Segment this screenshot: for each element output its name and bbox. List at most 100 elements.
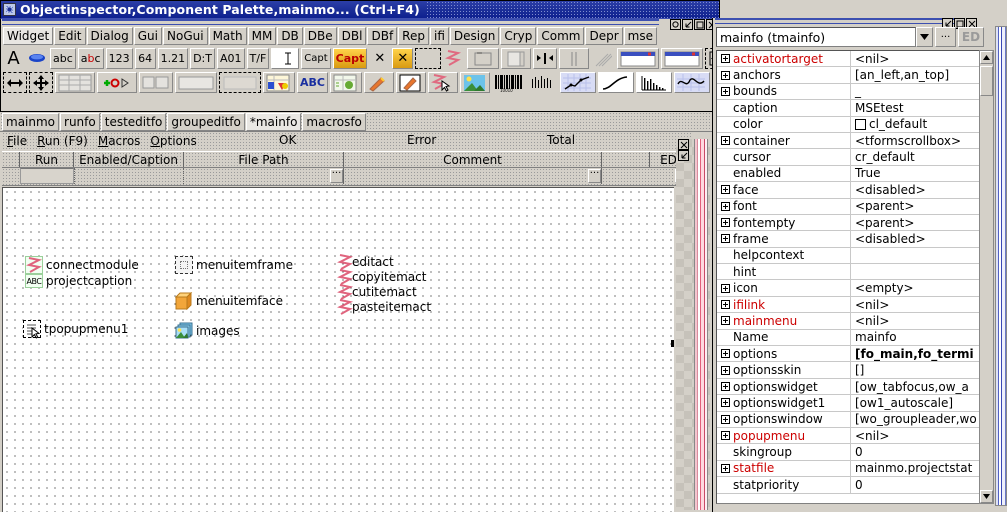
record-nav-tool[interactable] <box>139 72 173 93</box>
design-component-editact[interactable]: editact <box>337 254 394 269</box>
expand-plus-icon[interactable] <box>717 136 733 145</box>
integeredit-tool[interactable]: 123 <box>106 48 133 69</box>
expand-plus-icon[interactable] <box>717 398 733 407</box>
palette-tab-mm[interactable]: MM <box>248 27 277 45</box>
property-row[interactable]: cursorcr_default <box>717 149 979 165</box>
expand-box[interactable] <box>721 136 730 145</box>
expand-plus-icon[interactable] <box>717 202 733 211</box>
picture-tool[interactable] <box>460 72 490 93</box>
expand-box[interactable] <box>721 284 730 293</box>
resize-horizontal-tool[interactable] <box>3 72 27 93</box>
expand-plus-icon[interactable] <box>717 300 733 309</box>
property-value-cursor[interactable]: cr_default <box>851 150 979 164</box>
form-window-tool[interactable] <box>617 48 659 69</box>
richedit-tool[interactable]: abc <box>78 48 104 69</box>
property-value-optionswidget[interactable]: [ow_tabfocus,ow_a <box>851 380 979 394</box>
grid-header-blank[interactable] <box>2 152 20 167</box>
splitter-h-tool[interactable] <box>533 48 557 69</box>
palette-tab-dbe[interactable]: DBe <box>304 27 337 45</box>
property-value-color[interactable]: cl_default <box>851 117 979 131</box>
property-row[interactable]: skingroup0 <box>717 444 979 460</box>
property-row[interactable]: icon<empty> <box>717 280 979 296</box>
menu-item-macros[interactable]: Macros <box>93 133 146 148</box>
chart-bar-tool[interactable] <box>636 72 672 93</box>
grid-header-comment[interactable]: Comment <box>344 152 602 167</box>
design-component-images[interactable]: images <box>175 322 240 340</box>
property-value-anchors[interactable]: [an_left,an_top] <box>851 68 979 82</box>
expand-box[interactable] <box>721 382 730 391</box>
expand-box[interactable] <box>721 218 730 227</box>
palette-tab-math[interactable]: Math <box>209 27 247 45</box>
record-add-tool[interactable] <box>97 72 137 93</box>
maskedit-tool[interactable]: A01 <box>217 48 245 69</box>
palette-tab-dialog[interactable]: Dialog <box>87 27 133 45</box>
file-path-ellipsis-button[interactable]: ··· <box>330 169 343 183</box>
ellipse-tool[interactable] <box>26 48 48 69</box>
expand-box[interactable] <box>721 431 730 440</box>
property-row[interactable]: optionswindow[wo_groupleader,wo <box>717 412 979 428</box>
palette-tab-gui[interactable]: Gui <box>134 27 162 45</box>
expand-box[interactable] <box>721 71 730 80</box>
zigzag-pointer-tool[interactable] <box>428 72 458 93</box>
property-row[interactable]: anchors[an_left,an_top] <box>717 67 979 83</box>
property-row[interactable]: captionMSEtest <box>717 100 979 116</box>
property-value-activatortarget[interactable]: <nil> <box>851 52 979 66</box>
expand-box[interactable] <box>721 316 730 325</box>
palette-tab-cryp[interactable]: Cryp <box>500 27 536 45</box>
property-value-ifilink[interactable]: <nil> <box>851 298 979 312</box>
property-value-caption[interactable]: MSEtest <box>851 101 979 115</box>
paint-tool[interactable] <box>364 72 394 93</box>
panel-plain-tool[interactable] <box>175 72 217 93</box>
design-component-copyitemact[interactable]: copyitemact <box>337 269 426 284</box>
palette-tab-dbf[interactable]: DBf <box>367 27 397 45</box>
property-value-statpriority[interactable]: 0 <box>851 478 979 492</box>
design-component-cutitemact[interactable]: cutitemact <box>337 284 417 299</box>
palette-tab-nogui[interactable]: NoGui <box>163 27 208 45</box>
grid-cell-run[interactable] <box>20 168 74 184</box>
property-value-statfile[interactable]: mainmo.projectstat <box>851 461 979 475</box>
connectmodule-tool[interactable] <box>443 48 465 69</box>
label-a-tool[interactable]: A <box>3 48 24 69</box>
realedit-tool[interactable]: 1.21 <box>158 48 189 69</box>
grid-tree-tool[interactable] <box>330 72 362 93</box>
property-row[interactable]: statpriority0 <box>717 477 979 493</box>
grid-abc-tool[interactable]: ABC <box>297 72 328 93</box>
property-value-face[interactable]: <disabled> <box>851 183 979 197</box>
panel-dashed-tool[interactable] <box>219 72 261 93</box>
property-row[interactable]: helpcontext <box>717 248 979 264</box>
property-value-frame[interactable]: <disabled> <box>851 232 979 246</box>
cancel-x-tool[interactable]: ✕ <box>392 48 413 69</box>
design-component-tpopupmenu1[interactable]: tpopupmenu1 <box>23 320 128 338</box>
palette-grip[interactable] <box>2 19 659 25</box>
file-tab-groupeditfo[interactable]: groupeditfo <box>167 113 244 131</box>
palette-tab-mse[interactable]: mse <box>624 27 657 45</box>
menu-item-run[interactable]: Run (F9) <box>32 133 93 148</box>
expand-plus-icon[interactable] <box>717 284 733 293</box>
expand-plus-icon[interactable] <box>717 54 733 63</box>
property-row[interactable]: activatortarget<nil> <box>717 51 979 67</box>
chevron-down-icon[interactable] <box>916 27 933 47</box>
caption-button-tool[interactable]: Capt <box>301 48 330 69</box>
file-tab-mainmo[interactable]: mainmo <box>2 113 59 131</box>
expand-box[interactable] <box>721 398 730 407</box>
property-row[interactable]: bounds_ <box>717 84 979 100</box>
expand-plus-icon[interactable] <box>717 234 733 243</box>
property-row[interactable]: Namemainfo <box>717 330 979 346</box>
form-dock-tool[interactable] <box>661 48 703 69</box>
expand-box[interactable] <box>721 415 730 424</box>
property-row[interactable]: ifilink<nil> <box>717 297 979 313</box>
menu-item-options[interactable]: Options <box>145 133 201 148</box>
inspector-grip[interactable] <box>715 18 957 24</box>
vertical-scrollbar-pink[interactable] <box>694 139 708 510</box>
property-row[interactable]: statfilemainmo.projectstat <box>717 461 979 477</box>
property-row[interactable]: enabledTrue <box>717 166 979 182</box>
expand-box[interactable] <box>721 234 730 243</box>
expand-plus-icon[interactable] <box>717 349 733 358</box>
barcode-tool[interactable]: 10010 <box>492 72 526 93</box>
property-row[interactable]: popupmenu<nil> <box>717 428 979 444</box>
design-component-projectcaption[interactable]: ABCprojectcaption <box>25 274 132 288</box>
design-component-menuitemface[interactable]: menuitemface <box>175 292 283 310</box>
palette-tab-ifi[interactable]: ifi <box>430 27 449 45</box>
palette-tab-dbl[interactable]: DBl <box>338 27 367 45</box>
expand-box[interactable] <box>721 349 730 358</box>
